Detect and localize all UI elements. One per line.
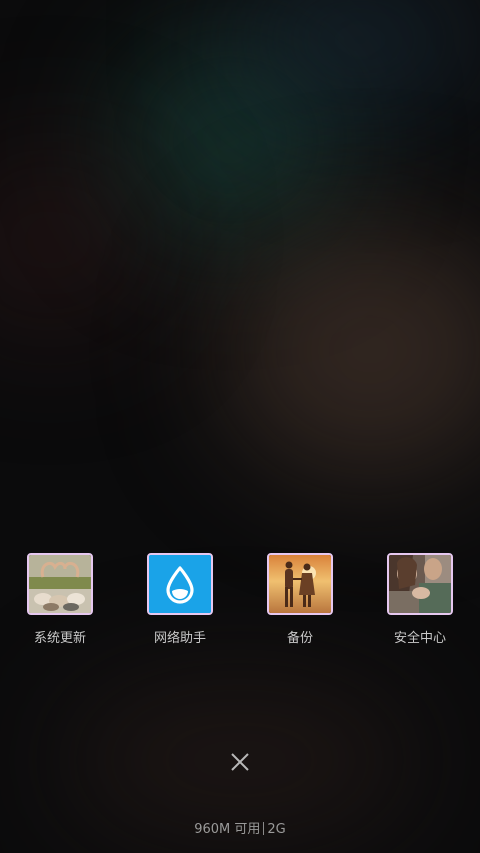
app-label: 安全中心 [393,631,446,646]
app-label: 网络助手 [153,631,206,646]
app-label: 备份 [286,631,313,646]
couple-embrace-photo-icon[interactable] [387,553,453,615]
memory-total: 2G [267,822,286,837]
recent-app-security-center[interactable]: 安全中心 [360,553,480,646]
app-label: 系统更新 [33,631,86,646]
recent-app-network-assistant[interactable]: 网络助手 [120,553,240,646]
memory-available: 960M 可用 [194,822,261,837]
recent-app-backup[interactable]: 备份 [240,553,360,646]
water-drop-icon[interactable] [147,553,213,615]
memory-status: 960M 可用 2G [0,818,480,837]
recent-apps-row: 系统更新 网络助手 备份 安全中心 [0,553,480,653]
divider [263,822,265,835]
close-icon[interactable] [226,748,254,776]
recent-app-system-update[interactable]: 系统更新 [0,553,120,646]
couple-sunset-photo-icon[interactable] [267,553,333,615]
heart-hands-photo-icon[interactable] [27,553,93,615]
wallpaper-blur [220,220,480,480]
recent-apps-screen: 系统更新 网络助手 备份 安全中心 960M 可用 2G [0,0,480,853]
